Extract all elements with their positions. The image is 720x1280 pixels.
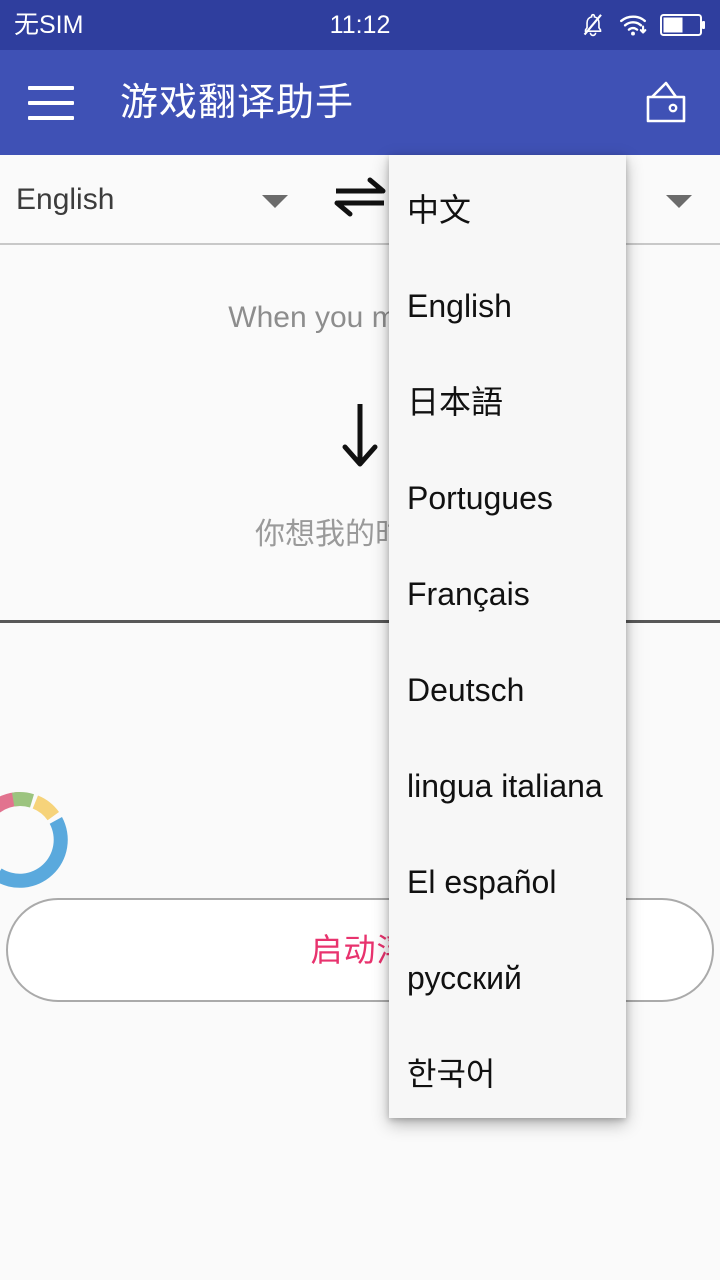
dropdown-item-russian[interactable]: русский <box>389 930 626 1026</box>
dropdown-item-korean[interactable]: 한국어 <box>389 1026 626 1118</box>
donut-segment-blue <box>0 817 68 888</box>
status-icon-group <box>580 11 706 39</box>
donut-segment-green <box>12 792 34 808</box>
dropdown-item-chinese[interactable]: 中文 <box>389 162 626 258</box>
hamburger-menu-icon[interactable] <box>28 85 74 120</box>
carrier-label: 无SIM <box>14 10 84 39</box>
wifi-icon <box>618 12 648 38</box>
phone-screen: 无SIM 11:12 游戏翻译助手 English When you miss … <box>0 0 720 1280</box>
page-title: 游戏翻译助手 <box>120 81 355 124</box>
source-language-dropdown[interactable]: English <box>0 155 316 245</box>
bell-muted-icon <box>580 11 606 39</box>
menu-bar-2 <box>28 100 74 105</box>
language-dropdown-menu[interactable]: 中文 English 日本語 Portugues Français Deutsc… <box>389 155 626 1118</box>
color-donut-spinner <box>0 778 82 902</box>
chevron-down-icon-target <box>666 195 692 208</box>
status-bar: 无SIM 11:12 <box>0 0 720 50</box>
menu-bar-3 <box>28 115 74 120</box>
dropdown-item-portuguese[interactable]: Portugues <box>389 450 626 546</box>
menu-bar-1 <box>28 85 74 90</box>
chevron-down-icon-source <box>262 195 288 208</box>
app-bar: 游戏翻译助手 <box>0 50 720 155</box>
language-dropdown-list: 中文 English 日本語 Portugues Français Deutsc… <box>389 155 626 1118</box>
dropdown-item-english[interactable]: English <box>389 258 626 354</box>
source-language-label: English <box>16 183 115 216</box>
dropdown-item-german[interactable]: Deutsch <box>389 642 626 738</box>
donut-segment-yellow <box>32 795 59 821</box>
swap-horizontal-icon <box>332 177 388 224</box>
wallet-icon[interactable] <box>640 77 692 129</box>
dropdown-item-japanese[interactable]: 日本語 <box>389 354 626 450</box>
battery-icon <box>660 13 706 37</box>
dropdown-item-french[interactable]: Français <box>389 546 626 642</box>
dropdown-item-italian[interactable]: lingua italiana <box>389 738 626 834</box>
dropdown-item-spanish[interactable]: El español <box>389 834 626 930</box>
